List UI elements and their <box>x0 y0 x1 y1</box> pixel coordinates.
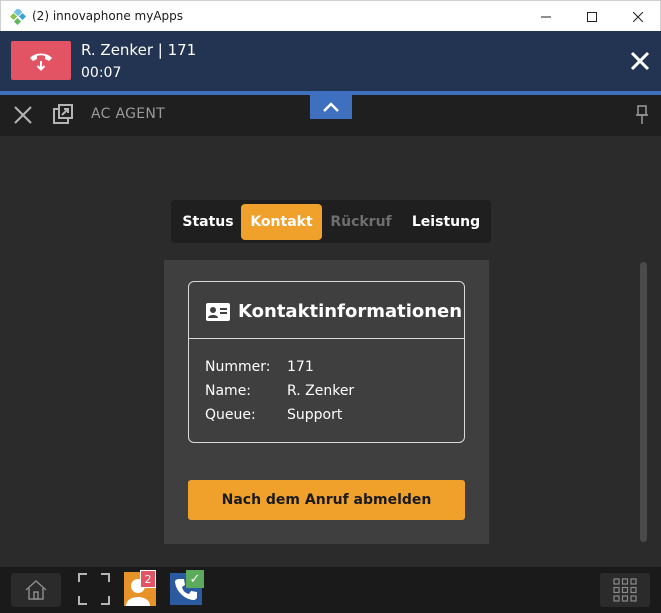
caller-name: R. Zenker | 171 <box>81 41 197 59</box>
tab-bar: Status Kontakt Rückruf Leistung <box>171 200 491 243</box>
home-button[interactable] <box>11 573 61 607</box>
contact-info-card: Kontaktinformationen Nummer: 171 Name: R… <box>188 281 465 443</box>
window-title: (2) innovaphone myApps <box>32 9 184 23</box>
contact-info-title: Kontaktinformationen <box>238 301 463 322</box>
popout-window-icon[interactable] <box>52 103 74 125</box>
innovaphone-logo-icon <box>10 9 26 25</box>
close-icon <box>633 11 643 22</box>
phone-status-check-icon: ✓ <box>186 570 204 588</box>
contact-label: Name: <box>205 383 252 399</box>
contacts-app-button[interactable]: 2 <box>124 569 156 606</box>
app-title: AC AGENT <box>91 106 166 122</box>
contacts-badge: 2 <box>140 570 156 588</box>
logout-after-call-button[interactable]: Nach dem Anruf abmelden <box>188 480 465 520</box>
close-app-icon[interactable] <box>12 104 34 126</box>
tab-status[interactable]: Status <box>177 204 239 240</box>
contact-panel: Kontaktinformationen Nummer: 171 Name: R… <box>164 260 489 544</box>
grid-icon <box>613 578 637 602</box>
pin-icon[interactable] <box>634 105 650 125</box>
phone-app-button[interactable]: ✓ <box>170 569 204 605</box>
fullscreen-icon[interactable] <box>78 573 110 605</box>
close-call-panel-icon[interactable] <box>628 49 652 73</box>
contact-value: R. Zenker <box>287 383 355 399</box>
contact-value: Support <box>287 407 343 423</box>
tab-leistung[interactable]: Leistung <box>406 204 486 240</box>
window-titlebar: (2) innovaphone myApps <box>0 0 661 31</box>
contact-card-icon <box>206 303 230 321</box>
hangup-phone-icon <box>30 53 52 71</box>
chevron-up-icon <box>323 102 339 112</box>
contact-label: Nummer: <box>205 359 271 375</box>
hangup-button[interactable] <box>11 41 71 80</box>
tab-rueckruf: Rückruf <box>330 214 392 230</box>
call-duration: 00:07 <box>81 65 122 81</box>
minimize-icon <box>541 16 551 17</box>
app-grid-button[interactable] <box>600 573 650 607</box>
window-close-button[interactable] <box>615 1 661 32</box>
active-call-bar: R. Zenker | 171 00:07 <box>0 31 661 91</box>
maximize-button[interactable] <box>569 1 615 32</box>
contact-info-header: Kontaktinformationen <box>189 282 464 339</box>
minimize-button[interactable] <box>523 1 569 32</box>
contact-label: Queue: <box>205 407 256 423</box>
contact-value: 171 <box>287 359 314 375</box>
collapse-call-bar-button[interactable] <box>310 95 352 119</box>
bottom-taskbar: 2 ✓ <box>0 567 661 613</box>
tab-kontakt[interactable]: Kontakt <box>241 204 322 240</box>
main-content: Status Kontakt Rückruf Leistung Kontakti… <box>0 136 661 567</box>
maximize-icon <box>587 11 597 22</box>
vertical-scrollbar[interactable] <box>640 262 647 542</box>
home-icon <box>25 579 47 600</box>
